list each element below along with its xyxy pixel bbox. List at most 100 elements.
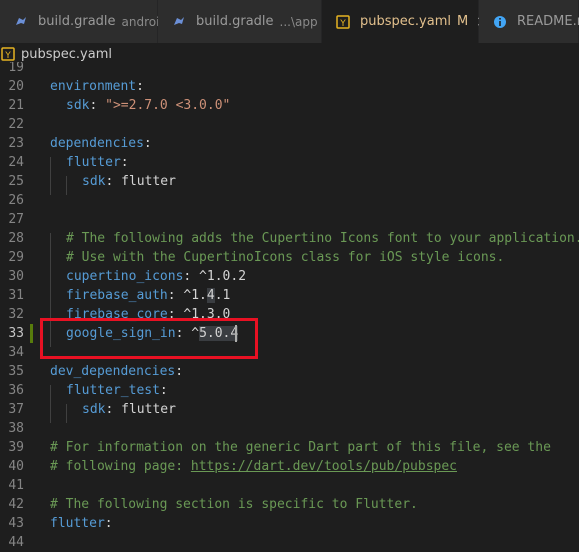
line-number: 25 — [8, 174, 24, 189]
tab-readme-md[interactable]: README.md — [479, 0, 579, 43]
tab-build-gradle-app[interactable]: build.gradle ...\app — [158, 0, 322, 43]
line-number: 36 — [8, 383, 24, 398]
code-line: 19 — [0, 62, 579, 77]
yaml-comment: # following page: — [50, 459, 191, 474]
line-number: 27 — [8, 212, 24, 227]
yaml-key: dev_dependencies — [50, 364, 176, 379]
yaml-key: flutter — [66, 155, 121, 170]
yaml-key: sdk — [82, 402, 106, 417]
code-line: 44 — [0, 533, 579, 552]
yaml-punct: : — [104, 516, 113, 531]
yaml-string: ">=2.7.0 <3.0.0" — [105, 98, 231, 113]
yaml-comment: # The following section is specific to F… — [50, 497, 418, 512]
code-line: 20 environment: — [0, 77, 579, 96]
code-line: 42 # The following section is specific to… — [0, 495, 579, 514]
tab-label: README.md — [517, 14, 579, 29]
line-number: 37 — [8, 402, 24, 417]
line-number: 30 — [8, 269, 24, 284]
modified-indicator: M — [456, 14, 469, 29]
yaml-punct: : — [120, 155, 129, 170]
code-line: 23 dependencies: — [0, 134, 579, 153]
yaml-comment: # For information on the generic Dart pa… — [50, 440, 551, 455]
code-line: 39 # For information on the generic Dart … — [0, 438, 579, 457]
line-number: 21 — [8, 98, 24, 113]
yaml-key: sdk — [82, 174, 106, 189]
line-number: 26 — [8, 193, 24, 208]
code-line: 37 sdk: flutter — [0, 400, 579, 419]
tab-label: build.gradle — [38, 14, 116, 29]
code-line: 27 — [0, 210, 579, 229]
annotation-highlight-box — [40, 318, 258, 359]
yaml-punct: : — [89, 98, 106, 113]
yaml-comment: # Use with the CupertinoIcons class for … — [66, 250, 505, 265]
yaml-key: environment — [50, 79, 137, 94]
line-number: 19 — [8, 62, 24, 75]
selection-highlight: 4 — [206, 288, 215, 303]
code-line: 35 dev_dependencies: — [0, 362, 579, 381]
code-line: 28 # The following adds the Cupertino Ico… — [0, 229, 579, 248]
code-line: 30 cupertino_icons: ^1.0.2 — [0, 267, 579, 286]
yaml-punct: : — [175, 364, 184, 379]
yaml-comment: # The following adds the Cupertino Icons… — [66, 231, 579, 246]
yaml-key: firebase_auth — [66, 288, 168, 303]
line-number: 24 — [8, 155, 24, 170]
yaml-key: cupertino_icons — [66, 269, 184, 284]
code-line: 31 firebase_auth: ^1.4.1 — [0, 286, 579, 305]
tab-description: ...\app — [279, 14, 318, 29]
line-number: 44 — [8, 535, 24, 550]
elephant-icon — [14, 15, 28, 29]
line-number: 40 — [8, 459, 24, 474]
code-line: 22 — [0, 115, 579, 134]
yaml-icon: Y — [336, 14, 350, 29]
tab-build-gradle-android[interactable]: build.gradle android — [0, 0, 167, 43]
yaml-value: : ^1.0.2 — [183, 269, 247, 284]
line-number: 23 — [8, 136, 24, 151]
tab-label: build.gradle — [196, 14, 274, 29]
line-number: 42 — [8, 497, 24, 512]
code-line: 43 flutter: — [0, 514, 579, 533]
line-number: 31 — [8, 288, 24, 303]
code-line: 25 sdk: flutter — [0, 172, 579, 191]
yaml-key: sdk — [66, 98, 90, 113]
line-number: 29 — [8, 250, 24, 265]
code-line: 24 flutter: — [0, 153, 579, 172]
svg-text:Y: Y — [4, 51, 11, 61]
code-line: 40 # following page: https://dart.dev/too… — [0, 457, 579, 476]
code-line: 29 # Use with the CupertinoIcons class fo… — [0, 248, 579, 267]
line-number: 34 — [8, 345, 24, 360]
code-editor[interactable]: 19 20 environment: 21 sdk: ">=2.7.0 <3.0.0… — [0, 62, 579, 552]
line-number: 20 — [8, 79, 24, 94]
line-number: 33 — [8, 326, 24, 341]
tab-pubspec-yaml[interactable]: Y pubspec.yaml M × — [322, 0, 488, 43]
code-line: 41 — [0, 476, 579, 495]
code-line: 38 — [0, 419, 579, 438]
line-number: 41 — [8, 478, 24, 493]
yaml-punct: : — [143, 136, 152, 151]
comment-link[interactable]: https://dart.dev/tools/pub/pubspec — [191, 459, 457, 474]
line-number: 28 — [8, 231, 24, 246]
elephant-icon — [172, 15, 186, 29]
line-number: 22 — [8, 117, 24, 132]
yaml-key: flutter_test — [66, 383, 160, 398]
svg-text:Y: Y — [339, 19, 346, 29]
yaml-value: : flutter — [105, 402, 176, 417]
tab-label: pubspec.yaml — [360, 14, 451, 29]
code-line: 26 — [0, 191, 579, 210]
breadcrumb-file[interactable]: pubspec.yaml — [21, 47, 112, 62]
yaml-value: .1 — [214, 288, 231, 303]
editor-tab-bar: build.gradle android build.gradle ...\ap… — [0, 0, 579, 44]
yaml-punct: : — [136, 79, 144, 94]
line-number: 35 — [8, 364, 24, 379]
yaml-key: flutter — [50, 516, 105, 531]
yaml-icon: Y — [1, 47, 15, 61]
code-line: 21 sdk: ">=2.7.0 <3.0.0" — [0, 96, 579, 115]
line-number: 43 — [8, 516, 24, 531]
yaml-value: : flutter — [105, 174, 176, 189]
yaml-punct: : — [159, 383, 168, 398]
info-icon — [493, 15, 507, 29]
code-line: 36 flutter_test: — [0, 381, 579, 400]
yaml-key: dependencies — [50, 136, 144, 151]
line-number: 32 — [8, 307, 24, 322]
line-number: 38 — [8, 421, 24, 436]
line-number: 39 — [8, 440, 24, 455]
